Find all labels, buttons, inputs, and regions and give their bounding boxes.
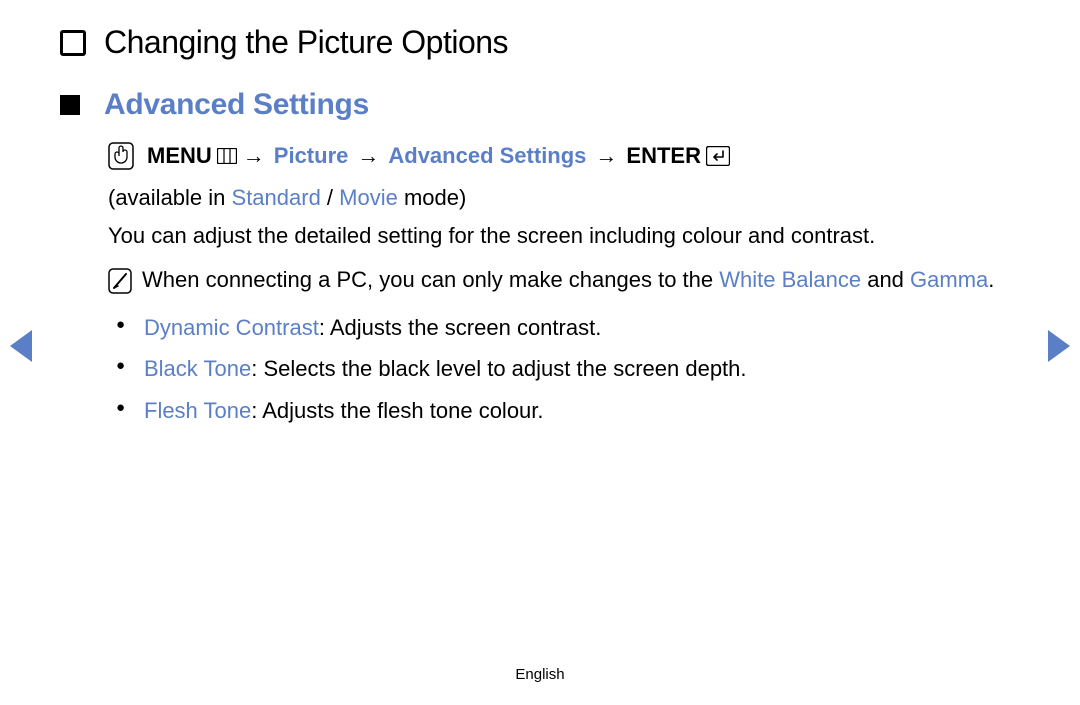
note-icon [108, 264, 142, 294]
square-icon [60, 95, 80, 115]
title-row: Changing the Picture Options [60, 24, 508, 61]
description: You can adjust the detailed setting for … [108, 220, 1020, 252]
menu-icon [215, 148, 237, 164]
breadcrumb: MENU → Picture → Advanced Settings → ENT… [108, 140, 1020, 172]
note-row: When connecting a PC, you can only make … [108, 264, 1020, 296]
hand-icon [108, 142, 144, 170]
availability-suffix: mode) [398, 185, 466, 210]
note-wb: White Balance [719, 267, 861, 292]
nav-advanced: Advanced Settings [388, 140, 586, 172]
note-period: . [988, 267, 994, 292]
section-row: Advanced Settings [60, 88, 369, 122]
enter-icon [704, 146, 730, 166]
content-area: MENU → Picture → Advanced Settings → ENT… [108, 140, 1020, 437]
arrow: → [243, 140, 265, 172]
chevron-right-icon [1048, 330, 1070, 362]
note-gamma: Gamma [910, 267, 988, 292]
arrow: → [595, 140, 617, 172]
page-title: Changing the Picture Options [104, 24, 508, 61]
next-page-button[interactable] [1048, 330, 1070, 362]
bullet-label: Dynamic Contrast [144, 315, 319, 340]
bullet-label: Black Tone [144, 356, 251, 381]
enter-label: ENTER [626, 140, 701, 172]
list-item: Black Tone: Selects the black level to a… [108, 353, 1020, 385]
section-heading: Advanced Settings [104, 88, 369, 122]
arrow: → [357, 140, 379, 172]
availability-line: (available in Standard / Movie mode) [108, 182, 1020, 214]
note-and: and [861, 267, 910, 292]
availability-slash: / [321, 185, 339, 210]
bookmark-icon [60, 30, 86, 56]
availability-standard: Standard [232, 185, 321, 210]
availability-prefix: (available in [108, 185, 232, 210]
bullet-label: Flesh Tone [144, 398, 251, 423]
menu-label: MENU [147, 140, 212, 172]
list-item: Flesh Tone: Adjusts the flesh tone colou… [108, 395, 1020, 427]
note-text: When connecting a PC, you can only make … [142, 264, 994, 296]
chevron-left-icon [10, 330, 32, 362]
footer-language: English [515, 666, 564, 683]
note-part1: When connecting a PC, you can only make … [142, 267, 719, 292]
bullet-text: : Adjusts the screen contrast. [319, 315, 601, 340]
bullet-text: : Selects the black level to adjust the … [251, 356, 746, 381]
nav-picture: Picture [274, 140, 349, 172]
list-item: Dynamic Contrast: Adjusts the screen con… [108, 312, 1020, 344]
bullet-text: : Adjusts the flesh tone colour. [251, 398, 543, 423]
bullet-list: Dynamic Contrast: Adjusts the screen con… [108, 312, 1020, 428]
prev-page-button[interactable] [10, 330, 32, 362]
availability-movie: Movie [339, 185, 398, 210]
